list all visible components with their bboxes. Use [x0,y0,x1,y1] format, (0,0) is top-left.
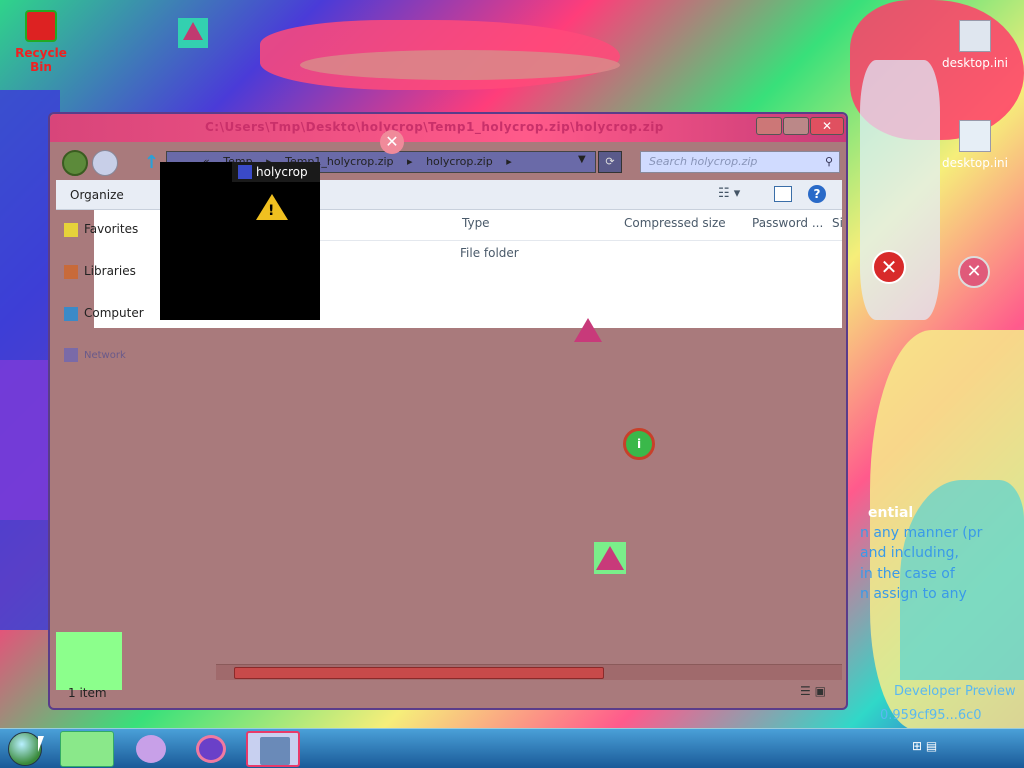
drag-item-name: holycrop [256,165,308,179]
back-button[interactable] [62,150,88,176]
library-icon [64,264,78,279]
drag-preview-label: holycrop [232,162,320,182]
close-button[interactable]: ✕ [810,117,844,135]
horizontal-scrollbar[interactable] [216,664,842,680]
forward-button[interactable] [92,150,118,176]
nav-item-libraries[interactable]: Libraries [64,264,136,279]
computer-icon [64,306,78,321]
status-bar: 1 item ☰ ▣ [56,680,842,704]
wallpaper-text: n assign to any [860,586,967,602]
error-icon: ✕ [958,256,990,288]
minimize-button[interactable] [756,117,782,135]
network-icon [64,348,78,362]
row-type: File folder [460,246,519,260]
wallpaper-blob [860,60,940,320]
nav-item-label: Computer [84,306,144,320]
breadcrumb-separator: ▸ [407,155,413,168]
recycle-bin-icon [25,10,57,42]
wallpaper-text: and including, [860,545,959,561]
view-toggle-icon[interactable]: ☰ ▣ [800,684,826,698]
organize-button[interactable]: Organize [70,188,124,202]
file-icon [959,20,991,52]
desktop-icon-label: desktop.ini [942,156,1008,170]
wallpaper-text: ential [868,505,914,521]
nav-item-label: Favorites [84,222,139,236]
app-icon [136,735,166,763]
taskbar-app-media[interactable] [124,731,178,767]
window-title: C:\Users\Tmp\Deskto\holycrop\Temp1_holyc… [205,120,664,134]
breadcrumb-separator: ▸ [506,155,512,168]
taskbar-app-explorer[interactable] [60,731,114,767]
mouse-cursor-icon [38,736,44,752]
chevron-down-icon[interactable]: ▼ [578,154,586,165]
search-placeholder: Search holycrop.zip [649,155,758,168]
warning-icon [178,18,208,48]
taskbar-app-window[interactable] [246,731,300,767]
maximize-button[interactable] [783,117,809,135]
nav-item-favorites[interactable]: Favorites [64,222,138,237]
column-header-compressed-size[interactable]: Compressed size [624,216,726,230]
nav-item-network[interactable]: Network [64,348,126,362]
desktop-icon-desktop-ini[interactable]: desktop.ini [935,20,1015,70]
window-icon [260,737,290,765]
refresh-button[interactable]: ⟳ [598,151,622,173]
column-header-type[interactable]: Type [462,216,490,230]
zip-folder-icon [238,165,252,179]
error-icon: ✕ [872,250,906,284]
warning-icon [574,318,602,342]
wallpaper-text: in the case of [860,566,955,582]
taskbar-app-browser[interactable] [184,731,238,767]
wallpaper-blob [0,360,50,520]
column-header-size[interactable]: Si [832,216,843,230]
preview-pane-button[interactable] [774,186,792,202]
desktop-icon-recycle-bin[interactable]: Recycle Bin [6,10,76,74]
nav-item-label: Libraries [84,264,136,278]
search-input[interactable]: Search holycrop.zip ⚲ [640,151,840,173]
desktop-icon-label: desktop.ini [942,56,1008,70]
file-icon [959,120,991,152]
search-icon[interactable]: ⚲ [825,152,833,172]
star-icon [64,222,78,237]
table-row[interactable]: File folder [460,246,519,260]
wallpaper-text: Developer Preview [894,684,1016,699]
taskbar: ⊞ ▤ [0,728,1024,768]
browser-icon [196,735,226,763]
wallpaper-text: 0.959cf95...6c0 [880,708,982,723]
scrollbar-thumb[interactable] [234,667,604,679]
wallpaper-text: n any manner (pr [860,525,983,541]
warning-mark: ! [268,203,275,219]
wallpaper-blob [300,50,620,80]
error-icon: ✕ [380,130,404,154]
view-options-button[interactable]: ☷ ▾ [718,186,740,201]
title-bar[interactable]: C:\Users\Tmp\Deskto\holycrop\Temp1_holyc… [50,114,846,142]
up-arrow-icon[interactable]: ↑ [144,152,159,173]
drag-preview: holycrop ! [160,162,320,320]
item-count: 1 item [68,686,107,700]
desktop-icon-label: Recycle Bin [15,46,67,74]
warning-icon [596,546,624,570]
nav-item-label: Network [84,350,126,361]
breadcrumb[interactable]: holycrop.zip [426,155,493,168]
help-button[interactable]: ? [808,185,826,203]
nav-item-computer[interactable]: Computer [64,306,144,321]
desktop-icon-desktop-ini[interactable]: desktop.ini [935,120,1015,170]
column-header-password[interactable]: Password ... [752,216,823,230]
start-button[interactable] [8,732,42,766]
info-icon: i [623,428,655,460]
system-tray[interactable]: ⊞ ▤ [912,739,937,753]
